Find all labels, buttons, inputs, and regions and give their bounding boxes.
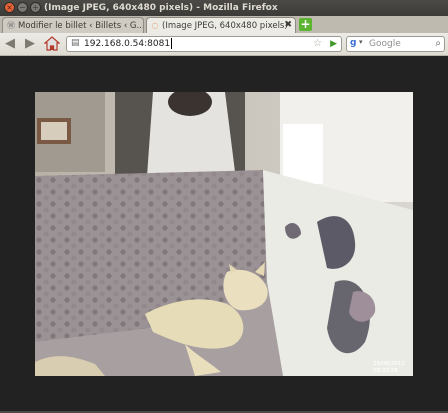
wordpress-icon: Ⓦ bbox=[7, 21, 15, 30]
window-minimize-button[interactable]: − bbox=[17, 2, 28, 13]
webcam-image: 28/08/2012 18:33:58 bbox=[35, 92, 413, 376]
tab-close-button[interactable]: ✖ bbox=[284, 18, 292, 33]
window-controls: × − + bbox=[4, 2, 41, 13]
forward-button[interactable]: ▶ bbox=[25, 36, 35, 52]
webcam-photo: 28/08/2012 18:33:58 bbox=[35, 92, 413, 376]
new-tab-button[interactable]: + bbox=[299, 18, 312, 31]
tab-label: Modifier le billet ‹ Billets ‹ G... bbox=[18, 21, 144, 31]
close-icon: × bbox=[6, 2, 13, 12]
google-icon[interactable]: g bbox=[350, 38, 356, 48]
content-viewport: 28/08/2012 18:33:58 bbox=[0, 56, 448, 411]
window-close-button[interactable]: × bbox=[4, 2, 15, 13]
window-maximize-button[interactable]: + bbox=[30, 2, 41, 13]
maximize-icon: + bbox=[32, 2, 39, 12]
window-titlebar: × − + (Image JPEG, 640x480 pixels) - Moz… bbox=[0, 0, 448, 16]
search-bar[interactable]: g ▾ Google ⌕ bbox=[346, 36, 445, 52]
tab-label: (Image JPEG, 640x480 pixels) bbox=[162, 21, 288, 31]
text-cursor bbox=[171, 38, 173, 49]
search-input[interactable]: Google bbox=[369, 37, 401, 51]
minimize-icon: − bbox=[19, 2, 26, 12]
tab-image-jpeg[interactable]: ◌ (Image JPEG, 640x480 pixels) ✖ bbox=[146, 17, 296, 33]
url-bar[interactable]: ▤ 192.168.0.54:8081 ☆ ▶ bbox=[66, 36, 342, 52]
page-icon: ▤ bbox=[71, 38, 80, 48]
tab-strip: Ⓦ Modifier le billet ‹ Billets ‹ G... ◌ (I… bbox=[0, 16, 448, 33]
back-button[interactable]: ◀ bbox=[5, 36, 15, 52]
navigation-toolbar: ◀ ▶ ▤ 192.168.0.54:8081 ☆ ▶ g ▾ Google ⌕ bbox=[0, 33, 448, 56]
home-button[interactable] bbox=[43, 36, 61, 56]
url-text[interactable]: 192.168.0.54:8081 bbox=[84, 37, 173, 51]
go-button[interactable]: ▶ bbox=[330, 37, 337, 51]
tab-modifier-billet[interactable]: Ⓦ Modifier le billet ‹ Billets ‹ G... bbox=[2, 17, 144, 33]
timestamp-time: 18:33:58 bbox=[373, 368, 398, 374]
timestamp-date: 28/08/2012 bbox=[373, 361, 405, 367]
home-icon bbox=[43, 36, 61, 51]
search-icon[interactable]: ⌕ bbox=[435, 37, 441, 51]
window-title: (Image JPEG, 640x480 pixels) - Mozilla F… bbox=[44, 3, 278, 13]
firefox-loading-icon: ◌ bbox=[151, 21, 159, 30]
bookmark-star-icon[interactable]: ☆ bbox=[313, 37, 322, 51]
chevron-down-icon[interactable]: ▾ bbox=[359, 38, 363, 46]
